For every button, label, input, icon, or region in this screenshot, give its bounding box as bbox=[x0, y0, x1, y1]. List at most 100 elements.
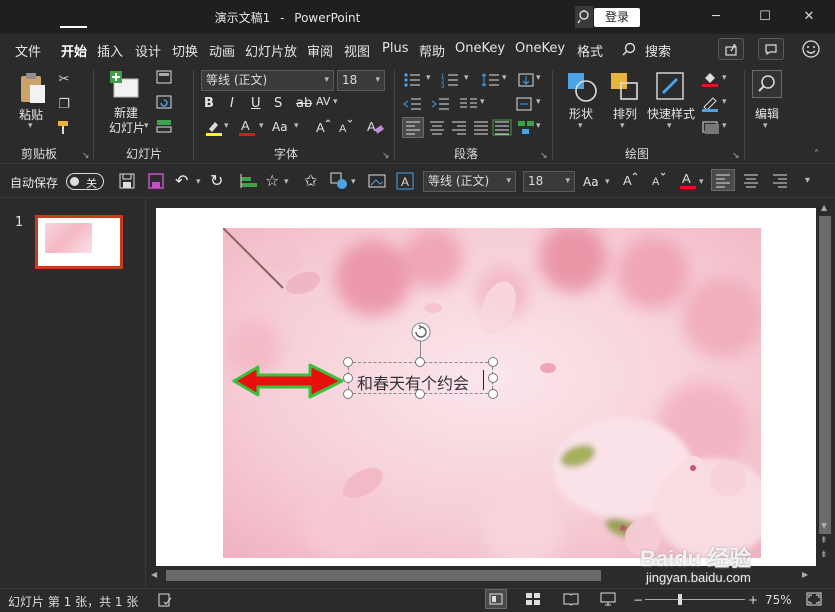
zoom-in-icon[interactable]: + bbox=[748, 593, 758, 607]
section-icon[interactable] bbox=[154, 119, 174, 139]
qat-align-left-button[interactable] bbox=[711, 169, 735, 191]
align-left-button[interactable] bbox=[402, 117, 424, 138]
collapse-ribbon-icon[interactable]: ˄ bbox=[814, 149, 819, 160]
format-painter-icon[interactable] bbox=[54, 119, 74, 139]
maximize-button[interactable]: ☐ bbox=[755, 8, 775, 26]
smartart-icon[interactable] bbox=[517, 118, 535, 139]
next-slide-icon[interactable]: ⇟ bbox=[820, 550, 828, 560]
scroll-right-arrow-icon[interactable]: ▶ bbox=[802, 570, 808, 579]
star-outline-icon[interactable]: ✩ bbox=[304, 171, 317, 190]
character-spacing-button[interactable]: AV bbox=[316, 95, 330, 108]
italic-button[interactable]: I bbox=[230, 96, 234, 111]
fit-to-window-icon[interactable] bbox=[805, 591, 823, 610]
slide-thumbnail[interactable] bbox=[35, 215, 123, 269]
underline-button[interactable]: U bbox=[251, 96, 261, 111]
change-case-button[interactable]: Aa bbox=[272, 120, 288, 134]
autosave-toggle[interactable]: 关 bbox=[66, 173, 104, 190]
shape-fill-icon[interactable] bbox=[701, 70, 719, 91]
scroll-down-arrow-icon[interactable]: ▼ bbox=[821, 521, 827, 530]
undo-icon[interactable]: ↶ bbox=[175, 171, 188, 190]
qat-align-center-button[interactable] bbox=[741, 170, 761, 193]
layout-icon[interactable] bbox=[154, 70, 174, 90]
tab-slideshow[interactable]: 幻灯片放 bbox=[245, 41, 297, 60]
quick-styles-icon[interactable] bbox=[655, 71, 687, 106]
chevron-down-icon[interactable]: ▾ bbox=[699, 177, 704, 187]
save-as-icon[interactable] bbox=[147, 172, 165, 193]
tab-home[interactable]: 开始 bbox=[61, 41, 87, 60]
reading-view-icon[interactable] bbox=[562, 591, 580, 610]
resize-handle-top-left[interactable] bbox=[343, 357, 353, 367]
resize-handle-bottom-left[interactable] bbox=[343, 389, 353, 399]
reset-icon[interactable] bbox=[154, 95, 174, 115]
login-button[interactable]: 登录 bbox=[594, 8, 640, 27]
chevron-down-icon[interactable]: ▾ bbox=[502, 73, 507, 83]
chevron-down-icon[interactable]: ▾ bbox=[578, 121, 583, 131]
tab-view[interactable]: 视图 bbox=[344, 41, 370, 60]
chevron-down-icon[interactable]: ▾ bbox=[667, 121, 672, 131]
scroll-left-arrow-icon[interactable]: ◀ bbox=[151, 570, 157, 579]
qat-change-case[interactable]: Aa bbox=[583, 175, 599, 189]
textbox-icon[interactable]: A bbox=[396, 172, 414, 193]
tab-onekey-2[interactable]: OneKey bbox=[515, 41, 565, 56]
resize-handle-top-right[interactable] bbox=[488, 357, 498, 367]
chevron-down-icon[interactable]: ▾ bbox=[536, 73, 541, 83]
feedback-smiley-icon[interactable] bbox=[801, 39, 821, 62]
vertical-scroll-thumb[interactable] bbox=[819, 216, 831, 534]
chevron-down-icon[interactable]: ▾ bbox=[763, 121, 768, 131]
chevron-down-icon[interactable]: ▾ bbox=[536, 97, 541, 107]
shapes-button[interactable]: 形状 bbox=[565, 105, 597, 122]
highlight-color-icon[interactable] bbox=[205, 119, 223, 140]
tab-transitions[interactable]: 切换 bbox=[172, 41, 198, 60]
text-direction-icon[interactable] bbox=[517, 72, 535, 91]
spelling-check-icon[interactable] bbox=[157, 592, 173, 611]
editing-button[interactable]: 编辑 bbox=[752, 105, 782, 122]
tab-design[interactable]: 设计 bbox=[135, 41, 161, 60]
bullets-icon[interactable] bbox=[403, 72, 425, 91]
search-icon[interactable] bbox=[622, 42, 636, 59]
align-text-icon[interactable] bbox=[515, 96, 533, 115]
find-icon[interactable] bbox=[752, 70, 782, 98]
tab-format[interactable]: 格式 bbox=[577, 41, 603, 60]
qat-font-name-dropdown[interactable]: 等线 (正文) ▾ bbox=[423, 171, 516, 192]
zoom-out-icon[interactable]: − bbox=[633, 593, 643, 607]
chevron-down-icon[interactable]: ▾ bbox=[259, 121, 264, 131]
increase-indent-icon[interactable] bbox=[431, 96, 451, 115]
chevron-down-icon[interactable]: ▾ bbox=[722, 121, 727, 131]
tab-help[interactable]: 帮助 bbox=[419, 41, 445, 60]
chevron-down-icon[interactable]: ▾ bbox=[144, 121, 149, 131]
dialog-launcher-icon[interactable]: ↘ bbox=[82, 151, 90, 161]
distributed-button[interactable] bbox=[492, 118, 512, 139]
qat-font-size-dropdown[interactable]: 18 ▾ bbox=[523, 171, 575, 192]
resize-handle-top[interactable] bbox=[415, 357, 425, 367]
tab-file[interactable]: 文件 bbox=[15, 41, 41, 60]
chevron-down-icon[interactable]: ▾ bbox=[722, 73, 727, 83]
redo-icon[interactable]: ↻ bbox=[210, 171, 223, 190]
save-icon[interactable] bbox=[118, 172, 136, 193]
chevron-down-icon[interactable]: ▾ bbox=[351, 177, 356, 187]
qat-decrease-font-icon[interactable]: A bbox=[651, 172, 667, 191]
star-shape-icon[interactable]: ☆ bbox=[265, 171, 279, 190]
justify-button[interactable] bbox=[471, 118, 491, 139]
chevron-down-icon[interactable]: ▾ bbox=[196, 177, 201, 187]
increase-font-icon[interactable]: A bbox=[315, 119, 331, 138]
shapes-icon[interactable] bbox=[566, 71, 598, 106]
decrease-font-icon[interactable]: A bbox=[338, 119, 354, 138]
line-spacing-icon[interactable] bbox=[481, 72, 501, 91]
align-center-button[interactable] bbox=[427, 118, 447, 139]
dialog-launcher-icon[interactable]: ↘ bbox=[382, 151, 390, 161]
tab-review[interactable]: 审阅 bbox=[307, 41, 333, 60]
numbering-icon[interactable]: 123 bbox=[441, 72, 463, 91]
zoom-slider-track[interactable] bbox=[645, 599, 745, 600]
quick-styles-button[interactable]: 快速样式 bbox=[645, 105, 697, 122]
tab-plus[interactable]: Plus bbox=[382, 41, 408, 56]
columns-icon[interactable] bbox=[459, 96, 479, 115]
bold-button[interactable]: B bbox=[204, 96, 214, 111]
align-right-button[interactable] bbox=[449, 118, 469, 139]
share-button[interactable] bbox=[718, 38, 744, 60]
font-color-icon[interactable]: A bbox=[238, 118, 256, 141]
close-button[interactable]: ✕ bbox=[799, 8, 819, 26]
cut-icon[interactable]: ✂ bbox=[54, 70, 74, 90]
chevron-down-icon[interactable]: ▾ bbox=[722, 97, 727, 107]
arrange-button[interactable]: 排列 bbox=[609, 105, 641, 122]
chevron-down-icon[interactable]: ▾ bbox=[426, 73, 431, 83]
